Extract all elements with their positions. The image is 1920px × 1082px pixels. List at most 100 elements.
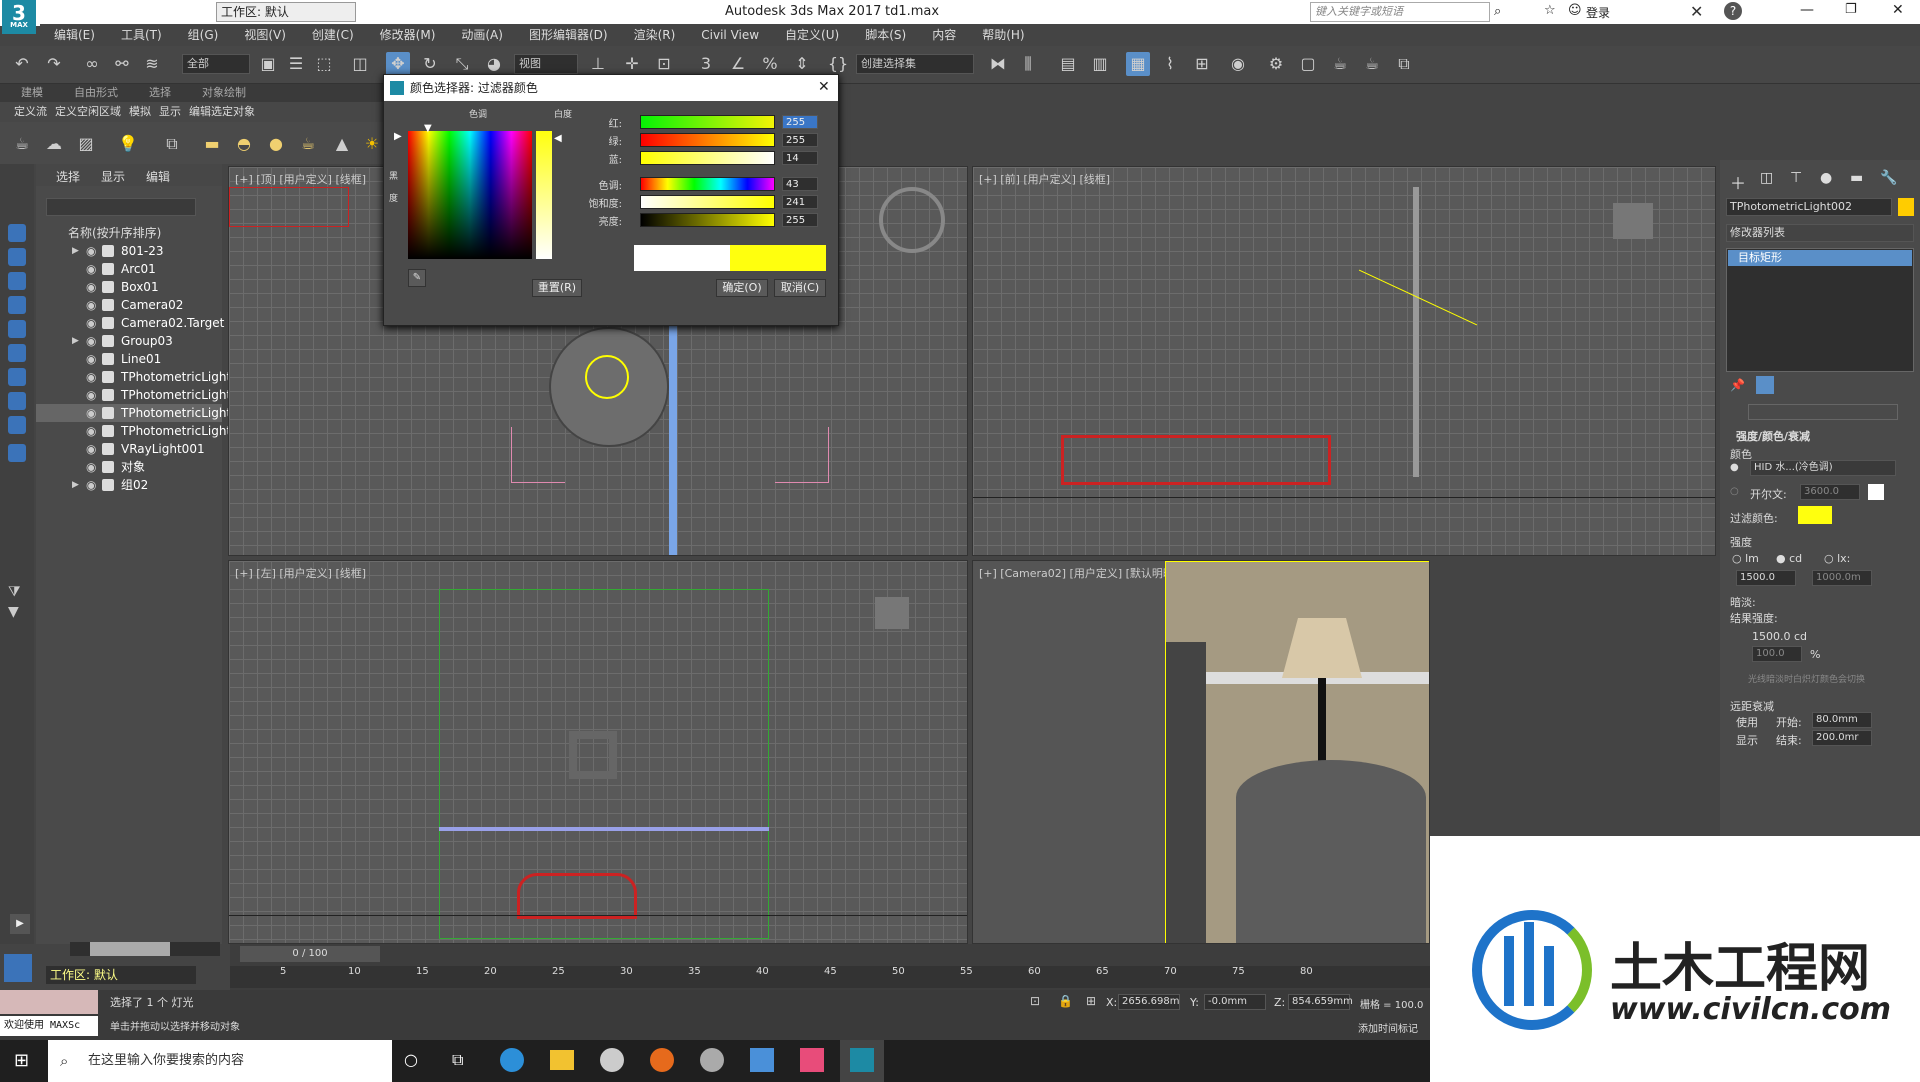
menu-content[interactable]: 内容 xyxy=(932,24,956,46)
app-icon[interactable] xyxy=(700,1048,724,1072)
blue-slider[interactable] xyxy=(640,151,775,165)
menu-modifiers[interactable]: 修改器(M) xyxy=(380,24,436,46)
viewport-top-label[interactable]: [+] [顶] [用户定义] [线框] xyxy=(235,171,366,187)
list-item[interactable]: ◉ Camera02 xyxy=(36,296,222,314)
radio-lm[interactable]: ○ lm xyxy=(1732,552,1759,565)
manipulate-icon[interactable]: ✛ xyxy=(620,52,644,76)
render-icon[interactable]: ☕ xyxy=(1328,52,1352,76)
menu-customize[interactable]: 自定义(U) xyxy=(785,24,839,46)
saturation-spinner[interactable]: 241 xyxy=(782,195,818,209)
binoculars-icon[interactable]: ⌕ xyxy=(1494,4,1501,19)
display-tab-icon[interactable]: ▬ xyxy=(1850,170,1863,186)
strip-spacewarp-icon[interactable] xyxy=(8,344,26,362)
scene-tab-display[interactable]: 显示 xyxy=(101,168,125,185)
max-taskbar-button[interactable] xyxy=(840,1040,884,1082)
green-slider[interactable] xyxy=(640,133,775,147)
strip-light-icon[interactable] xyxy=(8,272,26,290)
menu-create[interactable]: 创建(C) xyxy=(312,24,354,46)
track-bar[interactable]: 5 10 15 20 25 30 35 40 45 50 55 60 65 70… xyxy=(230,966,1430,988)
menu-tools[interactable]: 工具(T) xyxy=(121,24,162,46)
viewport-layout-icon[interactable] xyxy=(4,954,32,982)
menu-civil-view[interactable]: Civil View xyxy=(701,24,759,46)
saturation-slider[interactable] xyxy=(640,195,775,209)
radio-hid[interactable]: ● xyxy=(1730,462,1739,473)
rollout-title[interactable]: 强度/颜色/衰减 xyxy=(1736,428,1810,444)
pin-stack-icon[interactable]: 📌 xyxy=(1730,378,1745,392)
ribbon-tab-selection[interactable]: 选择 xyxy=(128,84,192,102)
sphere-icon[interactable]: ● xyxy=(264,132,288,156)
hierarchy-tab-icon[interactable]: ⊤ xyxy=(1790,170,1802,186)
bind-space-warp-icon[interactable]: ≋ xyxy=(140,52,164,76)
ok-button[interactable]: 确定(O) xyxy=(716,279,768,297)
search-input[interactable]: 键入关键字或短语 xyxy=(1310,2,1490,22)
viewcube-icon[interactable] xyxy=(1613,203,1653,239)
render-frame-icon[interactable]: ▢ xyxy=(1296,52,1320,76)
strip-geometry-icon[interactable] xyxy=(8,416,26,434)
list-item[interactable]: ▶ ◉ Group03 xyxy=(36,332,222,350)
radio-lx[interactable]: ○ lx: xyxy=(1824,552,1850,565)
viewport-left-label[interactable]: [+] [左] [用户定义] [线框] xyxy=(235,565,366,581)
hue-spinner[interactable]: 43 xyxy=(782,177,818,191)
x-spinner[interactable]: 2656.698m xyxy=(1118,994,1180,1010)
close-window-button[interactable]: ✕ xyxy=(1892,2,1904,18)
exchange-icon[interactable]: ✕ xyxy=(1690,2,1703,21)
object-color-swatch[interactable] xyxy=(1898,198,1914,216)
redo-icon[interactable]: ↷ xyxy=(42,52,66,76)
hue-blackness-box[interactable] xyxy=(408,131,532,259)
radio-kelvin[interactable]: ○ xyxy=(1730,486,1739,497)
restore-button[interactable]: ❐ xyxy=(1845,2,1857,17)
filter-color-swatch[interactable] xyxy=(1798,506,1832,524)
menu-view[interactable]: 视图(V) xyxy=(244,24,286,46)
filter-icon[interactable]: ⧩ xyxy=(8,584,21,600)
spinner-snap-icon[interactable]: ⇕ xyxy=(790,52,814,76)
angle-snap-icon[interactable]: ∠ xyxy=(726,52,750,76)
end-spinner[interactable]: 200.0mr xyxy=(1812,730,1872,746)
list-item[interactable]: ◉ TPhotometricLight xyxy=(36,386,231,404)
edge-icon[interactable] xyxy=(500,1048,524,1072)
red-spinner[interactable]: 255 xyxy=(782,115,818,129)
sun-icon[interactable]: ☀ xyxy=(360,132,384,156)
percent-spinner[interactable]: 100.0 xyxy=(1752,646,1802,662)
image-icon[interactable]: ▨ xyxy=(74,132,98,156)
add-time-tag[interactable]: 添加时间标记 xyxy=(1358,1020,1418,1035)
list-item[interactable]: ◉ Box01 xyxy=(36,278,222,296)
show-end-result-icon[interactable] xyxy=(1756,376,1774,394)
modifier-stack[interactable]: 目标矩形 xyxy=(1726,248,1914,372)
value-spinner[interactable]: 255 xyxy=(782,213,818,227)
strip-modify-icon[interactable] xyxy=(8,248,26,266)
old-color-swatch[interactable] xyxy=(634,245,730,271)
motion-tab-icon[interactable]: ● xyxy=(1820,170,1832,186)
funnel-icon[interactable]: ▼ xyxy=(8,604,19,620)
green-spinner[interactable]: 255 xyxy=(782,133,818,147)
viewport-front[interactable]: [+] [前] [用户定义] [线框] xyxy=(972,166,1716,556)
dialog-close-button[interactable]: ✕ xyxy=(818,79,830,95)
list-item[interactable]: ◉ Line01 xyxy=(36,350,222,368)
absolute-mode-icon[interactable]: ⊞ xyxy=(1086,994,1096,1008)
windows-start-icon[interactable]: ⊞ xyxy=(14,1050,29,1071)
cloud-icon[interactable]: ☁ xyxy=(42,132,66,156)
selection-filter-combo[interactable]: 全部 xyxy=(182,54,250,74)
create-tab-icon[interactable]: ＋ xyxy=(1730,170,1746,194)
viewport-left[interactable]: [+] [左] [用户定义] [线框] xyxy=(228,560,968,944)
ribbon-tab-modeling[interactable]: 建模 xyxy=(0,84,64,102)
strip-create-icon[interactable] xyxy=(8,224,26,242)
sort-header[interactable]: 名称(按升序排序) xyxy=(68,224,161,241)
percent-snap-icon[interactable]: % xyxy=(758,52,782,76)
strip-shape-icon[interactable] xyxy=(8,392,26,410)
list-item[interactable]: ◉ VRayLight001 xyxy=(36,440,222,458)
ribbon-sub-simulate[interactable]: 模拟 xyxy=(129,102,151,122)
utilities-tab-icon[interactable]: 🔧 xyxy=(1880,170,1897,186)
app-logo[interactable]: 3 MAX xyxy=(2,0,36,34)
value-slider[interactable] xyxy=(640,213,775,227)
cortana-icon[interactable]: ○ xyxy=(404,1050,418,1069)
toggle-ribbon-icon[interactable]: ▥ xyxy=(1088,52,1112,76)
expand-arrow-icon[interactable]: ▶ xyxy=(10,914,30,934)
lx-spinner[interactable]: 1000.0m xyxy=(1812,570,1872,586)
scene-scrollbar[interactable] xyxy=(70,942,220,956)
list-item[interactable]: ◉ Camera02.Target xyxy=(36,314,224,332)
window-crossing-icon[interactable]: ◫ xyxy=(348,52,372,76)
box-icon[interactable]: ▬ xyxy=(200,132,224,156)
menu-edit[interactable]: 编辑(E) xyxy=(54,24,95,46)
ribbon-tab-freeform[interactable]: 自由形式 xyxy=(64,84,128,102)
help-icon[interactable]: ? xyxy=(1724,2,1742,20)
